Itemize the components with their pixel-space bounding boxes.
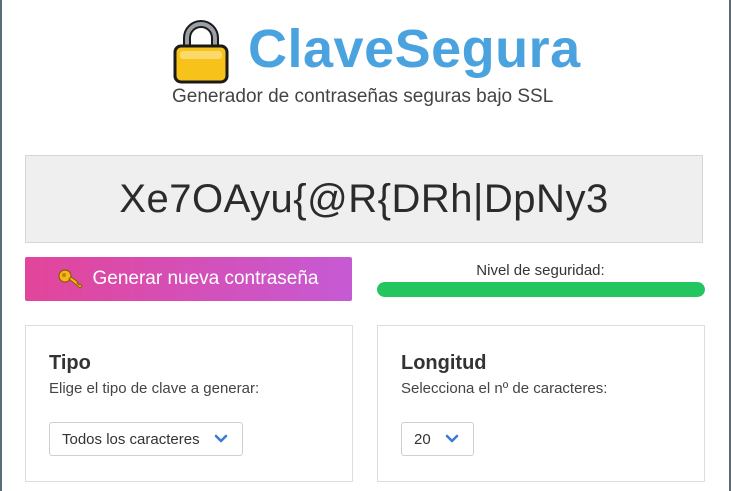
type-select[interactable]: Todos los caracteres bbox=[49, 422, 243, 456]
security-level-label: Nivel de seguridad: bbox=[476, 262, 605, 279]
length-card: Longitud Selecciona el nº de caracteres:… bbox=[377, 325, 705, 482]
chevron-down-icon bbox=[214, 434, 227, 443]
type-card-description: Elige el tipo de clave a generar: bbox=[49, 380, 260, 397]
generate-password-button[interactable]: Generar nueva contraseña bbox=[25, 257, 352, 301]
brand-title: ClaveSegura bbox=[248, 19, 581, 79]
length-card-title: Longitud bbox=[401, 352, 487, 374]
chevron-down-icon bbox=[445, 434, 458, 443]
generate-button-label: Generar nueva contraseña bbox=[92, 268, 319, 289]
length-card-description: Selecciona el nº de caracteres: bbox=[401, 380, 608, 397]
lock-icon bbox=[173, 20, 229, 84]
length-select[interactable]: 20 bbox=[401, 422, 474, 456]
security-level-fill bbox=[377, 282, 705, 297]
key-icon bbox=[58, 269, 84, 289]
length-select-value: 20 bbox=[414, 430, 431, 448]
subtitle: Generador de contraseñas seguras bajo SS… bbox=[172, 86, 554, 107]
type-select-value: Todos los caracteres bbox=[62, 430, 200, 448]
security-level-bar bbox=[377, 282, 705, 297]
password-display[interactable]: Xe7OAyu{@R{DRh|DpNy3 bbox=[25, 155, 703, 243]
header: ClaveSegura Generador de contraseñas seg… bbox=[0, 0, 731, 120]
type-card-title: Tipo bbox=[49, 352, 91, 374]
type-card: Tipo Elige el tipo de clave a generar: T… bbox=[25, 325, 353, 482]
